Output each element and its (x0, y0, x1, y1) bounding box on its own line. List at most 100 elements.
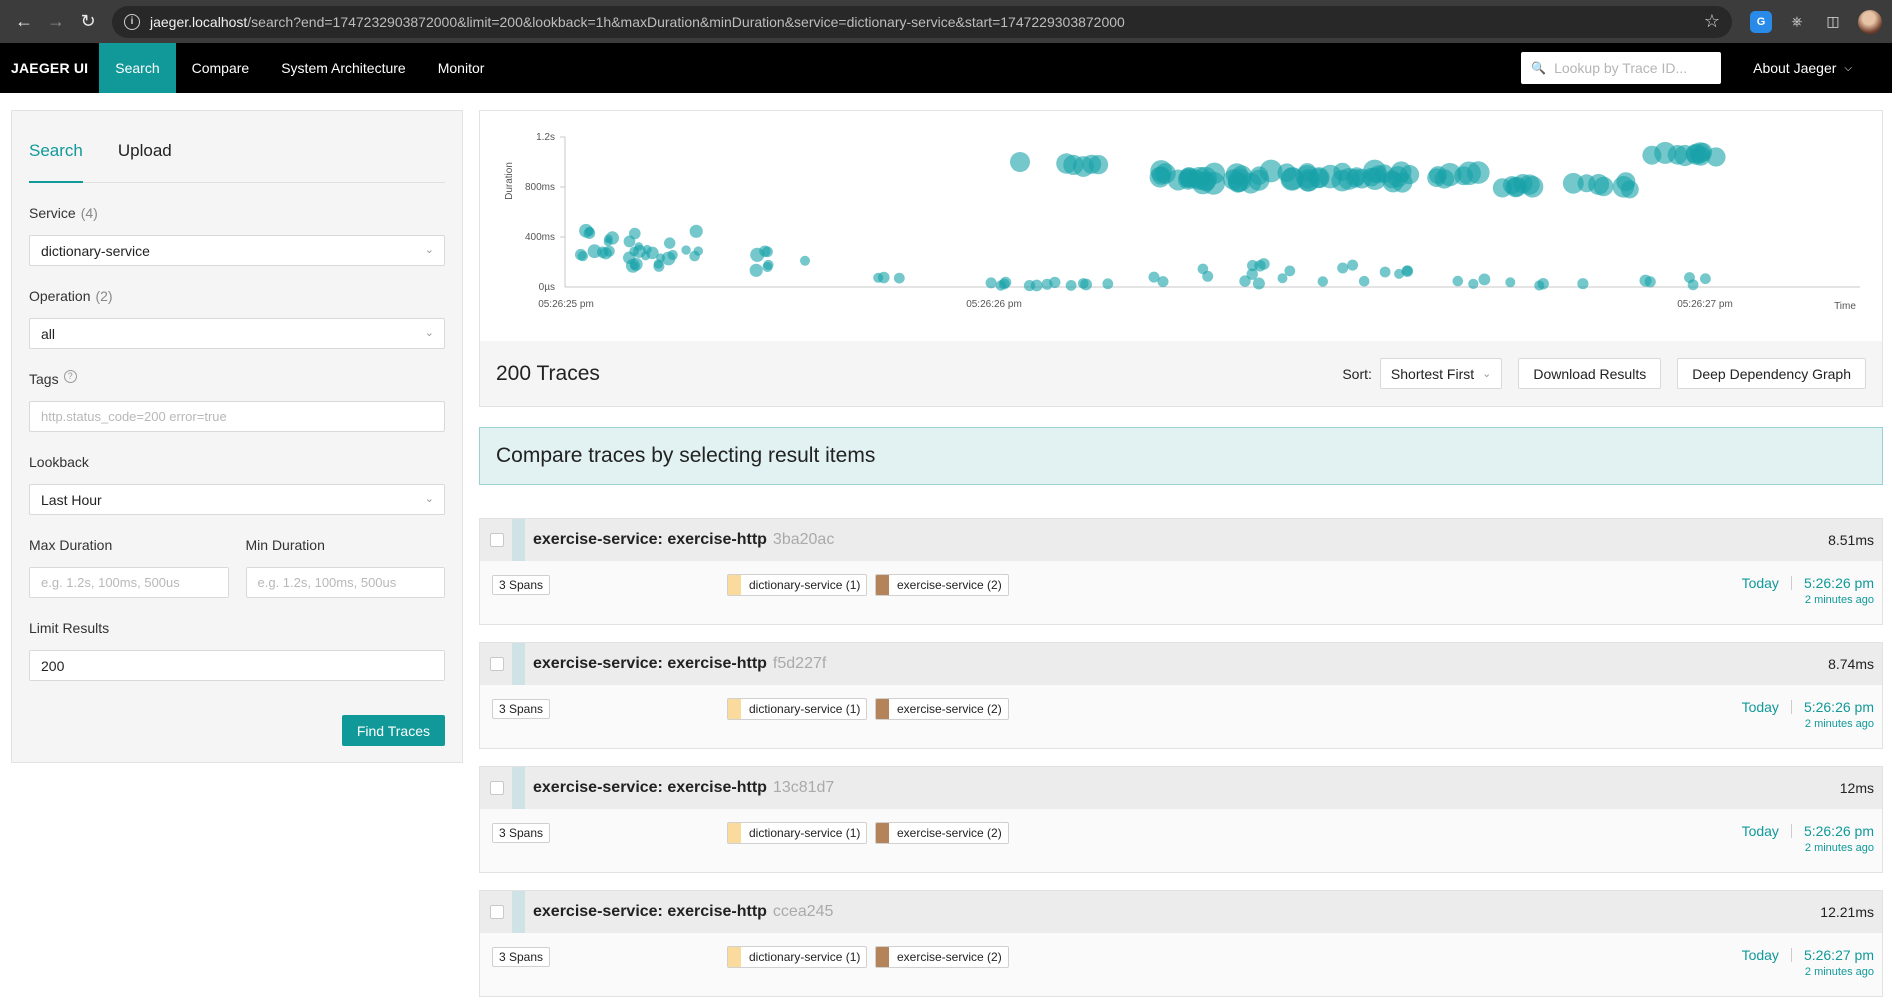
trace-name[interactable]: exercise-service: exercise-http (533, 655, 767, 673)
reload-icon[interactable]: ↻ (72, 6, 104, 38)
trace-point[interactable] (1505, 277, 1516, 288)
trace-point[interactable] (1317, 276, 1328, 287)
trace-point[interactable] (1077, 278, 1089, 289)
trace-title-bar[interactable]: exercise-service: exercise-http f5d227f … (480, 643, 1882, 685)
about-jaeger-menu[interactable]: About Jaeger ⌵ (1721, 60, 1892, 76)
trace-point[interactable] (1277, 163, 1297, 182)
trace-point[interactable] (1684, 272, 1695, 283)
trace-point[interactable] (800, 255, 810, 266)
min-duration-input[interactable]: e.g. 1.2s, 100ms, 500us (245, 567, 445, 598)
trace-point[interactable] (681, 245, 691, 255)
trace-point[interactable] (599, 247, 612, 260)
trace-point[interactable] (1225, 163, 1248, 186)
nav-search[interactable]: Search (99, 43, 176, 93)
trace-point[interactable] (1150, 160, 1173, 182)
trace-point[interactable] (1252, 277, 1265, 290)
trace-point[interactable] (893, 272, 905, 284)
trace-point[interactable] (584, 226, 595, 236)
trace-point[interactable] (629, 257, 643, 271)
trace-item[interactable]: exercise-service: exercise-http ccea245 … (479, 890, 1883, 997)
help-icon[interactable]: ? (63, 369, 77, 383)
trace-point[interactable] (762, 246, 773, 258)
trace-title-bar[interactable]: exercise-service: exercise-http ccea245 … (480, 891, 1882, 933)
trace-point[interactable] (629, 227, 641, 240)
trace-point[interactable] (1202, 270, 1214, 282)
trace-point[interactable] (1065, 280, 1077, 291)
trace-point[interactable] (1521, 176, 1544, 198)
trace-point[interactable] (873, 272, 884, 283)
trace-point[interactable] (1478, 273, 1491, 286)
tab-search[interactable]: Search (29, 115, 83, 187)
trace-point[interactable] (1468, 278, 1479, 289)
trace-point[interactable] (575, 248, 587, 261)
trace-point[interactable] (629, 246, 639, 257)
address-bar[interactable]: i jaeger.localhost/search?end=1747232903… (112, 5, 1732, 38)
nav-system-architecture[interactable]: System Architecture (265, 43, 422, 93)
brand-logo[interactable]: JAEGER UI (0, 60, 99, 76)
site-info-icon[interactable]: i (124, 13, 140, 30)
sort-select[interactable]: Shortest First ⌄ (1379, 358, 1503, 389)
trace-title-bar[interactable]: exercise-service: exercise-http 13c81d7 … (480, 767, 1882, 809)
tab-upload[interactable]: Upload (118, 115, 172, 187)
trace-point[interactable] (985, 277, 997, 289)
split-view-icon[interactable]: ◫ (1822, 11, 1844, 33)
trace-point[interactable] (1338, 168, 1360, 190)
nav-compare[interactable]: Compare (176, 43, 266, 93)
trace-point[interactable] (999, 276, 1012, 289)
nav-monitor[interactable]: Monitor (422, 43, 501, 93)
trace-select-checkbox[interactable] (490, 781, 504, 795)
trace-point[interactable] (1452, 275, 1464, 287)
trace-point[interactable] (1239, 275, 1251, 287)
trace-point[interactable] (1667, 145, 1688, 165)
trace-point[interactable] (1379, 266, 1391, 278)
back-icon[interactable]: ← (8, 6, 40, 38)
trace-point[interactable] (1247, 260, 1259, 272)
trace-name[interactable]: exercise-service: exercise-http (533, 531, 767, 549)
max-duration-input[interactable]: e.g. 1.2s, 100ms, 500us (29, 567, 229, 598)
trace-title-bar[interactable]: exercise-service: exercise-http 3ba20ac … (480, 519, 1882, 561)
trace-point[interactable] (653, 259, 663, 269)
trace-point[interactable] (646, 246, 659, 260)
trace-point[interactable] (1593, 176, 1614, 197)
trace-point[interactable] (1049, 276, 1061, 289)
extensions-puzzle-icon[interactable]: ⎈ (1786, 11, 1808, 33)
trace-point[interactable] (749, 263, 763, 277)
trace-point[interactable] (661, 251, 676, 266)
trace-point[interactable] (1577, 278, 1589, 290)
trace-item[interactable]: exercise-service: exercise-http 3ba20ac … (479, 518, 1883, 625)
trace-point[interactable] (1088, 155, 1109, 175)
trace-point[interactable] (1358, 275, 1370, 287)
forward-icon[interactable]: → (40, 6, 72, 38)
lookback-select[interactable]: Last Hour ⌄ (29, 484, 445, 515)
trace-point[interactable] (1642, 145, 1662, 165)
limit-results-input[interactable]: 200 (29, 650, 445, 681)
deep-dependency-graph-button[interactable]: Deep Dependency Graph (1677, 358, 1866, 389)
trace-point[interactable] (1102, 278, 1114, 290)
trace-point[interactable] (1157, 276, 1169, 288)
service-select[interactable]: dictionary-service ⌄ (29, 235, 445, 266)
trace-point[interactable] (1375, 164, 1394, 183)
trace-point[interactable] (1023, 280, 1036, 292)
trace-name[interactable]: exercise-service: exercise-http (533, 903, 767, 921)
trace-id-lookup-input[interactable]: 🔍 Lookup by Trace ID... (1521, 52, 1722, 84)
trace-select-checkbox[interactable] (490, 533, 504, 547)
trace-point[interactable] (1537, 278, 1549, 290)
download-results-button[interactable]: Download Results (1518, 358, 1662, 389)
trace-select-checkbox[interactable] (490, 657, 504, 671)
trace-item[interactable]: exercise-service: exercise-http f5d227f … (479, 642, 1883, 749)
profile-avatar[interactable] (1858, 9, 1882, 34)
trace-point[interactable] (1394, 268, 1405, 279)
trace-point[interactable] (1277, 273, 1288, 284)
trace-point[interactable] (689, 250, 700, 262)
trace-item[interactable]: exercise-service: exercise-http 13c81d7 … (479, 766, 1883, 873)
trace-point[interactable] (1308, 167, 1330, 189)
trace-point[interactable] (1639, 274, 1652, 287)
trace-point[interactable] (1337, 262, 1349, 274)
trace-point[interactable] (1063, 154, 1084, 175)
trace-point[interactable] (664, 237, 676, 249)
trace-point[interactable] (1700, 273, 1711, 285)
trace-point[interactable] (1693, 142, 1713, 162)
trace-point[interactable] (1191, 171, 1214, 195)
trace-point[interactable] (762, 261, 773, 273)
trace-point[interactable] (1429, 166, 1447, 185)
